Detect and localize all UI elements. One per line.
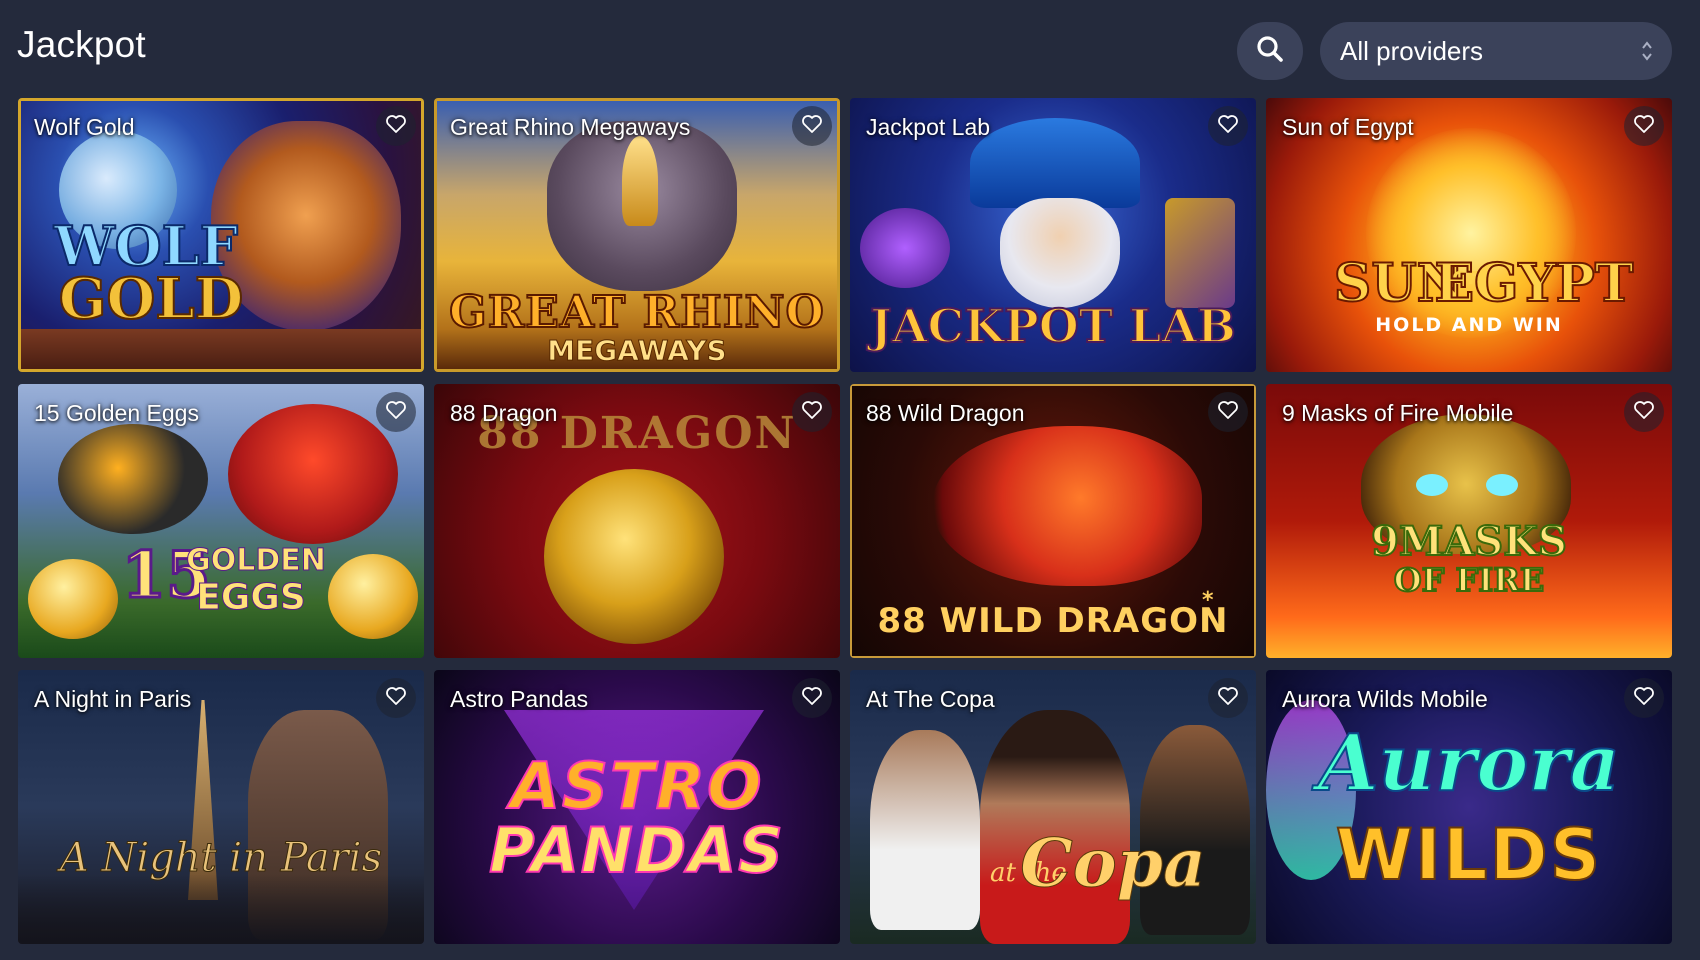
heart-icon [1633,114,1655,139]
search-icon [1255,34,1285,69]
game-title: A Night in Paris [34,686,192,712]
game-tile-sun-of-egypt[interactable]: SUN OF EGYPT HOLD AND WIN Sun of Egypt [1266,98,1672,372]
favorite-button[interactable] [1208,106,1248,146]
heart-icon [801,400,823,425]
game-tile-88-dragon[interactable]: 88 DRAGON 88 Dragon [434,384,840,658]
parrot-graphic [228,404,398,544]
game-logo-line1: JACKPOT LAB [869,299,1237,353]
rocks-graphic [21,329,421,369]
favorite-button[interactable] [1208,392,1248,432]
game-logo-line2: EGGS [196,577,307,618]
game-tile-88-wild-dragon[interactable]: 88 WILD DRAGON * 88 Wild Dragon [850,384,1256,658]
game-title: 9 Masks of Fire Mobile [1282,400,1514,426]
game-logo-line2: GOLD [58,266,245,332]
select-arrows-icon [1640,38,1654,69]
game-logo-line2: EGYPT [1434,253,1635,314]
mask-eye-graphic [1486,474,1518,496]
heart-icon [1633,400,1655,425]
game-tile-great-rhino-megaways[interactable]: GREAT RHINO MEGAWAYS Great Rhino Megaway… [434,98,840,372]
game-tile-at-the-copa[interactable]: at the Copa At The Copa [850,670,1256,944]
favorite-button[interactable] [376,106,416,146]
game-logo-line1: Copa [1020,824,1206,902]
game-logo-line1: WOLF [53,214,239,278]
favorite-button[interactable] [376,392,416,432]
game-logo-line1: Aurora [1317,718,1621,809]
game-logo-sub: HOLD AND WIN [1375,314,1563,336]
heart-icon [385,686,407,711]
game-logo-line2: WILDS [1335,814,1603,896]
game-logo-line1: A Night in Paris [59,835,383,881]
heart-icon [385,114,407,139]
game-logo-line1: 88 WILD DRAGON [877,601,1229,641]
game-title: 15 Golden Eggs [34,400,199,426]
street-graphic [18,874,424,944]
golden-dragon-graphic [544,469,724,644]
game-grid: WOLF GOLD Wolf Gold GREAT RHINO MEGAWAYS… [18,98,1672,944]
game-logo-line1: 9MASKS [1370,518,1568,565]
game-title: At The Copa [866,686,995,712]
game-title: Astro Pandas [450,686,589,712]
heart-icon [385,400,407,425]
favorite-button[interactable] [1624,392,1664,432]
favorite-button[interactable] [1624,106,1664,146]
toucan-graphic [58,424,208,534]
cauldron-graphic [860,208,950,288]
horn-graphic [622,136,658,226]
game-logo-line1: ASTRO [510,750,764,824]
wizard-hat-graphic [970,118,1140,208]
game-tile-a-night-in-paris[interactable]: A Night in Paris A Night in Paris [18,670,424,944]
heart-icon [1217,114,1239,139]
game-tile-9-masks-of-fire-mobile[interactable]: 9MASKS OF FIRE 9 Masks of Fire Mobile [1266,384,1672,658]
game-title: 88 Dragon [450,400,558,426]
game-title: Aurora Wilds Mobile [1282,686,1488,712]
game-title: Jackpot Lab [866,114,991,140]
heart-icon [1217,400,1239,425]
game-logo-line1: GREAT RHINO [448,287,825,338]
game-tile-15-golden-eggs[interactable]: 15 GOLDEN EGGS 15 Golden Eggs [18,384,424,658]
man-left-graphic [870,730,980,930]
red-dragon-graphic [932,426,1202,586]
favorite-button[interactable] [792,106,832,146]
game-logo-mark: * [1202,588,1214,613]
book-graphic [1165,198,1235,308]
heart-icon [801,114,823,139]
favorite-button[interactable] [792,392,832,432]
heart-icon [801,686,823,711]
game-title: Sun of Egypt [1282,114,1414,140]
game-tile-astro-pandas[interactable]: ASTRO PANDAS Astro Pandas [434,670,840,944]
game-title: Great Rhino Megaways [450,114,691,140]
search-button[interactable] [1237,22,1303,80]
page-title: Jackpot [17,24,146,65]
favorite-button[interactable] [376,678,416,718]
favorite-button[interactable] [1208,678,1248,718]
game-title: 88 Wild Dragon [866,400,1025,426]
heart-icon [1633,686,1655,711]
game-tile-jackpot-lab[interactable]: JACKPOT LAB Jackpot Lab [850,98,1256,372]
game-title: Wolf Gold [34,114,135,140]
game-logo-line2: OF FIRE [1393,561,1545,599]
game-tile-wolf-gold[interactable]: WOLF GOLD Wolf Gold [18,98,424,372]
wizard-face-graphic [1000,198,1120,308]
provider-select-value: All providers [1340,35,1484,66]
provider-select[interactable]: All providers [1320,22,1672,80]
jackpot-page: Jackpot All providers WOLF GOLD Wolf Gol… [0,0,1700,960]
favorite-button[interactable] [792,678,832,718]
game-logo-line2: PANDAS [488,814,785,887]
game-logo-line2: MEGAWAYS [547,334,727,367]
heart-icon [1217,686,1239,711]
favorite-button[interactable] [1624,678,1664,718]
game-logo-line1: GOLDEN [186,543,327,578]
mask-eye-graphic [1416,474,1448,496]
game-tile-aurora-wilds-mobile[interactable]: Aurora WILDS Aurora Wilds Mobile [1266,670,1672,944]
